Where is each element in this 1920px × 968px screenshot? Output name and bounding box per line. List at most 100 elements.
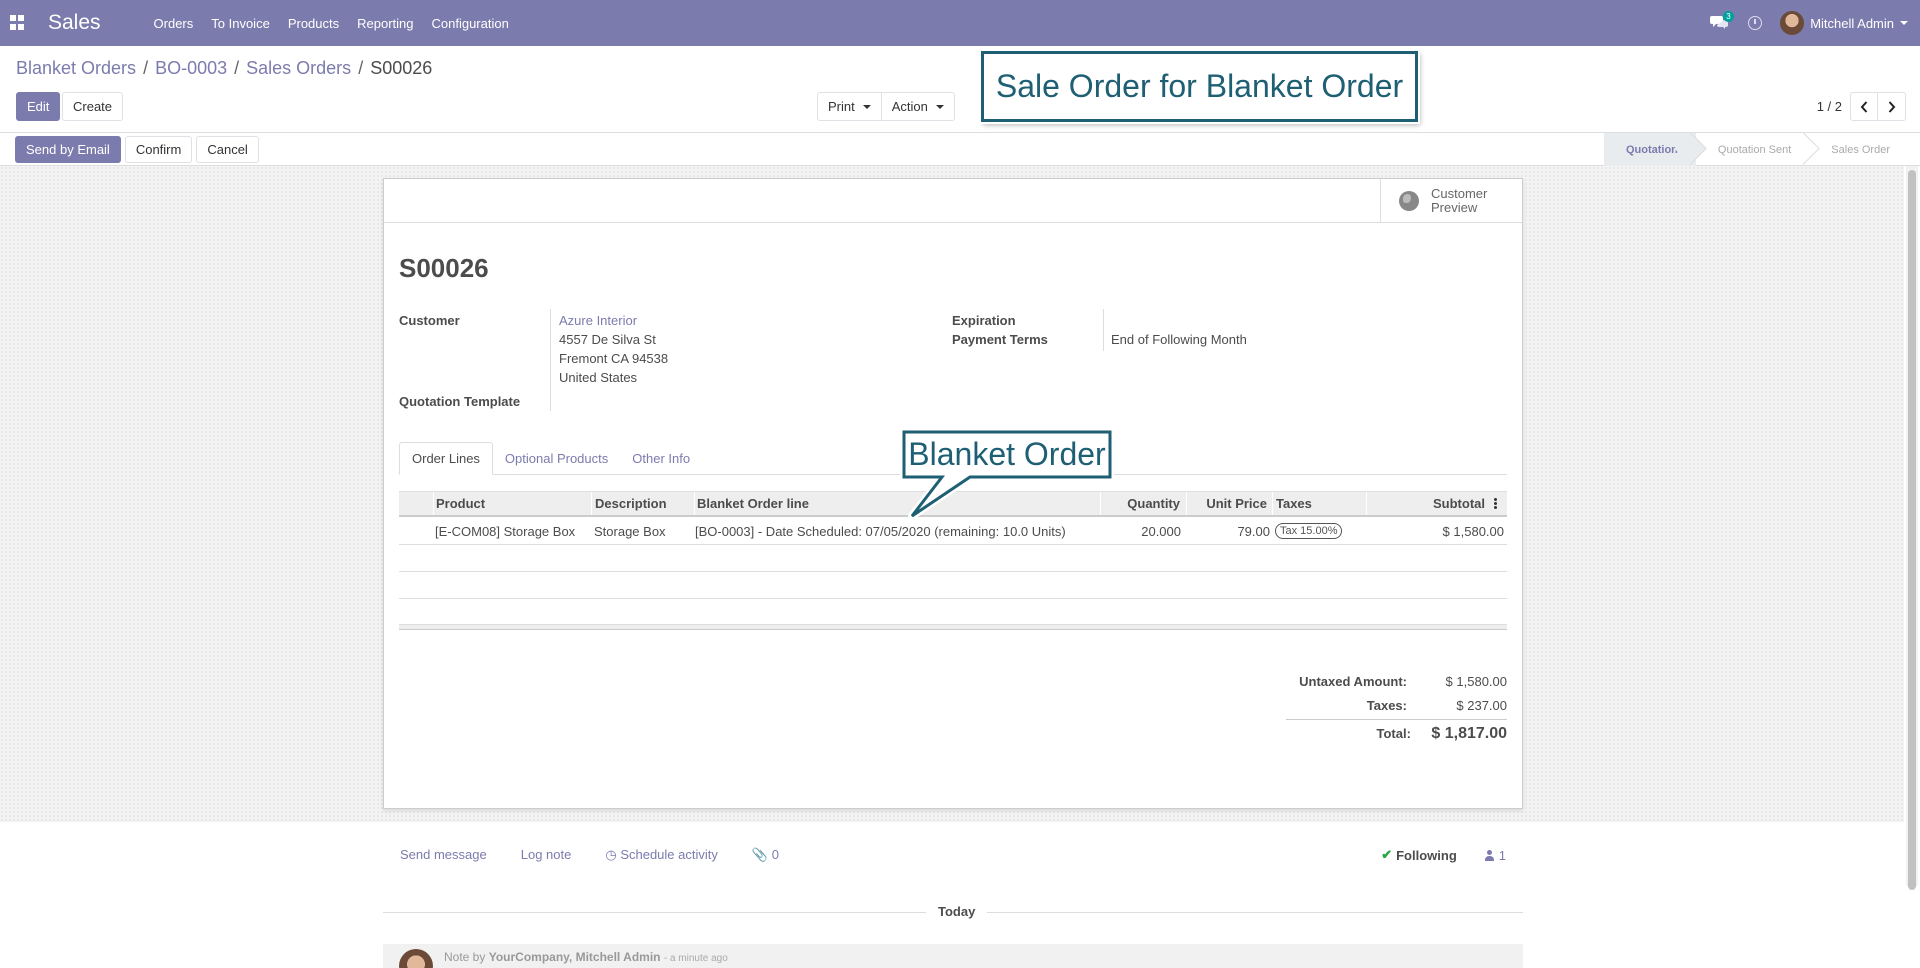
send-message-button[interactable]: Send message: [400, 847, 487, 863]
preview-label-line1: Customer: [1431, 186, 1488, 201]
customer-name-link[interactable]: Azure Interior: [559, 311, 668, 330]
col-blanket-order-line[interactable]: Blanket Order line: [697, 492, 809, 515]
chevron-down-icon: [862, 104, 871, 109]
address-line-2: Fremont CA 94538: [559, 351, 669, 366]
pager-buttons: [1850, 92, 1906, 121]
breadcrumb-sales-orders[interactable]: Sales Orders: [246, 58, 351, 79]
menu-to-invoice[interactable]: To Invoice: [202, 16, 279, 31]
user-menu[interactable]: Mitchell Admin: [1780, 11, 1908, 35]
chat-count-badge: 3: [1723, 11, 1734, 22]
total-value: $ 1,817.00: [1431, 724, 1507, 742]
app-name[interactable]: Sales: [48, 11, 101, 35]
row-subtotal: $ 1,580.00: [1442, 523, 1504, 539]
field-divider: [550, 309, 551, 411]
expiration-label: Expiration: [952, 313, 1016, 328]
breadcrumb-blanket-orders[interactable]: Blanket Orders: [16, 58, 136, 79]
untaxed-amount-value: $ 1,580.00: [1445, 673, 1507, 689]
top-navbar: Sales Orders To Invoice Products Reporti…: [0, 0, 1920, 46]
attachment-count: 0: [771, 847, 779, 862]
user-name: Mitchell Admin: [1810, 15, 1894, 31]
pager-next-button[interactable]: [1878, 92, 1906, 121]
note-author[interactable]: YourCompany, Mitchell Admin: [489, 950, 661, 964]
breadcrumb-bo[interactable]: BO-0003: [155, 58, 227, 79]
confirm-button[interactable]: Confirm: [124, 136, 193, 163]
paperclip-icon: 📎: [751, 847, 769, 862]
message-author-line: Note by YourCompany, Mitchell Admin - a …: [444, 950, 728, 964]
following-button[interactable]: ✔ Following: [1381, 847, 1457, 863]
followers-button[interactable]: 1: [1484, 847, 1506, 863]
avatar[interactable]: [399, 949, 433, 968]
button-box: Customer Preview: [384, 179, 1522, 223]
avatar: [1780, 11, 1805, 35]
callout-blanket-order: Blanket Order: [900, 428, 1116, 528]
schedule-activity-label: Schedule activity: [620, 847, 718, 862]
attachments-button[interactable]: 📎 0: [752, 847, 779, 863]
print-dropdown[interactable]: Print: [817, 92, 882, 121]
control-panel: Blanket Orders / BO-0003 / Sales Orders …: [0, 46, 1920, 132]
col-subtotal[interactable]: Subtotal: [1366, 492, 1485, 515]
customer-preview-button[interactable]: Customer Preview: [1380, 179, 1522, 223]
address-line-3: United States: [559, 370, 638, 385]
print-action-group: Print Action: [817, 92, 955, 121]
tab-other-info[interactable]: Other Info: [620, 442, 702, 475]
callout-sale-order-title: Sale Order for Blanket Order: [981, 51, 1418, 122]
callout-blanket-order-text: Blanket Order: [908, 436, 1106, 472]
chevron-down-icon: [1900, 21, 1908, 25]
send-by-email-button[interactable]: Send by Email: [15, 136, 121, 163]
column-options-icon[interactable]: [1494, 492, 1497, 515]
order-title: S00026: [399, 253, 489, 283]
menu-orders[interactable]: Orders: [145, 16, 203, 31]
create-button[interactable]: Create: [62, 92, 124, 121]
customer-label: Customer: [399, 313, 460, 328]
note-prefix: Note by: [444, 950, 486, 964]
schedule-activity-button[interactable]: ◷ Schedule activity: [605, 847, 718, 863]
col-description[interactable]: Description: [595, 492, 667, 515]
table-row-empty: [399, 572, 1507, 599]
menu-configuration[interactable]: Configuration: [423, 16, 518, 31]
breadcrumb-separator: /: [234, 58, 240, 78]
apps-menu-icon[interactable]: [10, 15, 26, 31]
check-icon: ✔: [1381, 847, 1393, 862]
cancel-button[interactable]: Cancel: [196, 136, 259, 163]
row-description: Storage Box: [594, 523, 666, 539]
date-separator-label: Today: [926, 904, 988, 919]
print-label: Print: [828, 99, 855, 114]
pager-value[interactable]: 1 / 2: [1817, 99, 1842, 114]
menu-reporting[interactable]: Reporting: [348, 16, 422, 31]
col-product[interactable]: Product: [436, 492, 485, 515]
breadcrumb: Blanket Orders / BO-0003 / Sales Orders …: [16, 58, 432, 79]
chevron-left-icon: [1860, 100, 1868, 113]
edit-button[interactable]: Edit: [16, 92, 61, 121]
activity-clock-icon[interactable]: [1748, 16, 1763, 30]
payment-terms-label: Payment Terms: [952, 332, 1048, 347]
stage-quotation-sent[interactable]: Quotation Sent: [1696, 133, 1809, 166]
total-label: Total:: [1376, 726, 1411, 741]
log-note-button[interactable]: Log note: [521, 847, 572, 863]
vertical-scrollbar[interactable]: [1906, 166, 1918, 890]
breadcrumb-separator: /: [358, 58, 364, 78]
tab-order-lines[interactable]: Order Lines: [399, 442, 493, 475]
preview-label-line2: Preview: [1431, 200, 1478, 215]
col-taxes[interactable]: Taxes: [1276, 492, 1312, 515]
customer-preview-label: Customer Preview: [1431, 187, 1487, 215]
header-buttons: Send by Email Confirm Cancel: [15, 136, 259, 163]
note-time: - a minute ago: [663, 953, 728, 964]
menu-products[interactable]: Products: [279, 16, 348, 31]
customer-address: Azure Interior 4557 De Silva St Fremont …: [559, 311, 668, 387]
field-divider: [1103, 309, 1104, 351]
chatter-message: Note by YourCompany, Mitchell Admin - a …: [383, 944, 1523, 968]
col-unit-price[interactable]: Unit Price: [1186, 492, 1267, 515]
payment-terms-value[interactable]: End of Following Month: [1111, 330, 1247, 349]
table-row-empty: [399, 545, 1507, 572]
stage-quotation[interactable]: Quotation: [1603, 133, 1696, 166]
chevron-down-icon: [935, 104, 944, 109]
row-product: [E-COM08] Storage Box: [435, 523, 576, 539]
pager-previous-button[interactable]: [1850, 92, 1878, 121]
chat-icon[interactable]: 3: [1710, 11, 1734, 31]
followers-count: 1: [1498, 847, 1506, 863]
following-label: Following: [1396, 847, 1457, 863]
action-dropdown[interactable]: Action: [881, 92, 955, 121]
tab-optional-products[interactable]: Optional Products: [493, 442, 620, 475]
stage-sales-order[interactable]: Sales Order: [1809, 133, 1908, 166]
taxes-label: Taxes:: [1366, 697, 1407, 713]
